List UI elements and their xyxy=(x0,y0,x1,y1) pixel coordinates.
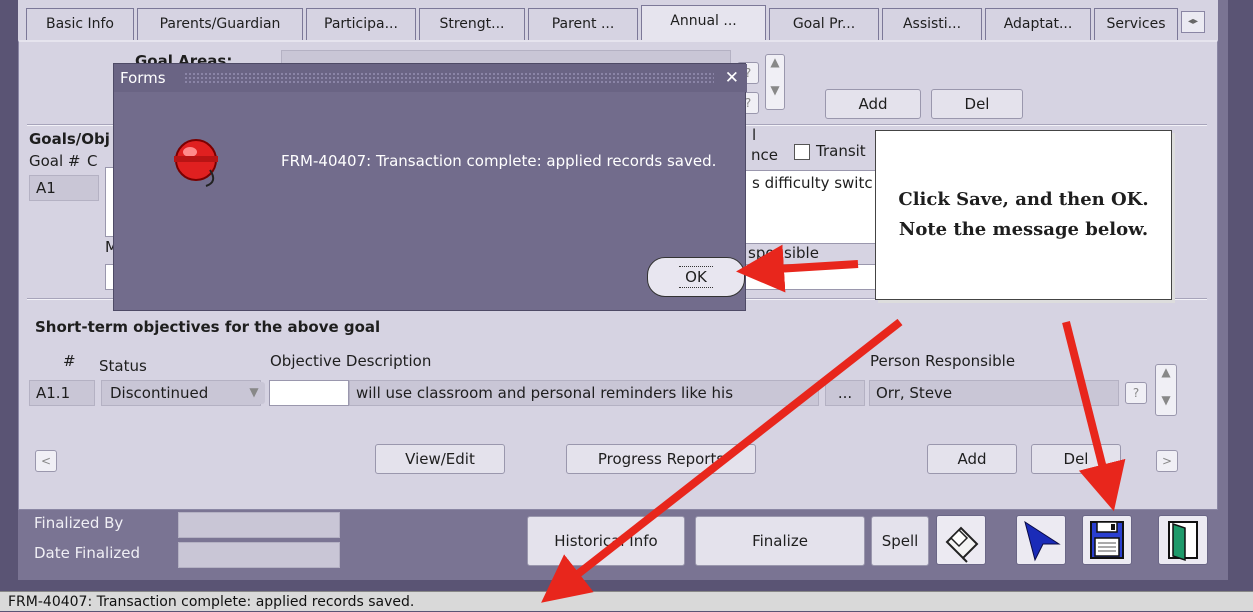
objective-student-name-field[interactable] xyxy=(269,380,349,406)
finalize-button[interactable]: Finalize xyxy=(695,516,865,566)
historical-info-button[interactable]: Historical Info xyxy=(527,516,685,566)
callout-text: Click Save, and then OK. Note the messag… xyxy=(898,185,1148,245)
status-bar: FRM-40407: Transaction complete: applied… xyxy=(0,591,1253,611)
tab-parents-guardian[interactable]: Parents/Guardian xyxy=(137,8,303,40)
objective-desc-expand-button[interactable]: ... xyxy=(825,380,865,406)
objective-next-button[interactable]: > xyxy=(1156,450,1178,472)
objective-status-select[interactable]: Discontinued xyxy=(101,380,261,406)
ok-button[interactable]: OK xyxy=(647,257,745,297)
objective-num-field[interactable]: A1.1 xyxy=(29,380,95,406)
ok-label: OK xyxy=(679,266,713,288)
objective-scroll-icon[interactable]: ▲ ▼ xyxy=(1155,364,1177,416)
save-button[interactable] xyxy=(1082,515,1132,565)
status-dropdown-icon[interactable]: ▼ xyxy=(243,382,265,404)
goal-area-add-button[interactable]: Add xyxy=(825,89,921,119)
goal-frag-label: l xyxy=(752,126,757,144)
tab-parent[interactable]: Parent ... xyxy=(528,8,638,40)
objective-help-button[interactable]: ? xyxy=(1125,382,1147,404)
exit-button[interactable] xyxy=(1158,515,1208,565)
title-bar-pattern xyxy=(184,72,714,84)
dialog-message: FRM-40407: Transaction complete: applied… xyxy=(281,152,717,170)
progress-reports-button[interactable]: Progress Reports xyxy=(566,444,756,474)
finalized-by-field xyxy=(178,512,340,538)
objective-prev-button[interactable]: < xyxy=(35,450,57,472)
finalized-by-label: Finalized By xyxy=(34,514,124,532)
goal-text-field[interactable]: s difficulty switc xyxy=(745,170,881,244)
objective-person-header: Person Responsible xyxy=(870,352,1016,370)
goal-num-label: Goal # xyxy=(29,152,81,170)
callout-line-2: Note the message below. xyxy=(898,219,1149,240)
exit-door-icon xyxy=(1168,521,1198,562)
date-finalized-label: Date Finalized xyxy=(34,544,140,562)
goal-area-del-button[interactable]: Del xyxy=(931,89,1023,119)
tab-strip: Basic Info Parents/Guardian Participa...… xyxy=(18,0,1218,41)
tab-assistive[interactable]: Assisti... xyxy=(882,8,982,40)
bell-icon xyxy=(174,139,218,187)
tab-annual[interactable]: Annual ... xyxy=(641,5,766,41)
tab-participants[interactable]: Participa... xyxy=(306,8,416,40)
goal-area-scroll-icon[interactable]: ▲ ▼ xyxy=(765,54,785,110)
tab-strengths[interactable]: Strengt... xyxy=(419,8,525,40)
callout-line-1: Click Save, and then OK. xyxy=(898,189,1149,210)
close-icon[interactable]: ✕ xyxy=(725,64,739,92)
responsible-field[interactable] xyxy=(745,264,881,290)
date-finalized-field xyxy=(178,542,340,568)
tab-goal-progress[interactable]: Goal Pr... xyxy=(769,8,879,40)
arrow-pointer-icon xyxy=(1024,520,1061,562)
responsible-label: sponsible xyxy=(748,244,819,262)
dialog-title: Forms xyxy=(120,69,166,87)
objective-num-header: # xyxy=(63,352,76,370)
objective-del-button[interactable]: Del xyxy=(1031,444,1121,474)
dialog-title-bar[interactable]: Forms ✕ xyxy=(114,64,747,92)
forms-dialog: Forms ✕ FRM-40407: Transaction complete:… xyxy=(113,63,747,311)
tab-services[interactable]: Services xyxy=(1094,8,1178,40)
goal-ice-label: nce xyxy=(751,146,778,164)
printer-icon xyxy=(945,526,979,563)
goal-number-field[interactable]: A1 xyxy=(29,175,99,201)
tab-basic-info[interactable]: Basic Info xyxy=(26,8,134,40)
enter-query-button[interactable] xyxy=(1016,515,1066,565)
objective-status-header: Status xyxy=(99,357,147,375)
transition-checkbox[interactable] xyxy=(794,144,810,160)
instruction-callout: Click Save, and then OK. Note the messag… xyxy=(875,130,1172,300)
spell-button[interactable]: Spell xyxy=(871,516,929,566)
objective-add-button[interactable]: Add xyxy=(927,444,1017,474)
tab-adaptations[interactable]: Adaptat... xyxy=(985,8,1091,40)
objective-desc-field[interactable]: will use classroom and personal reminder… xyxy=(349,380,819,406)
objective-desc-header: Objective Description xyxy=(270,352,432,370)
goals-section-title: Goals/Obj xyxy=(29,130,110,148)
objectives-section-title: Short-term objectives for the above goal xyxy=(35,318,381,336)
tab-scroll-arrows-icon[interactable]: ◂▸ xyxy=(1181,11,1205,33)
objective-person-field[interactable]: Orr, Steve xyxy=(869,380,1119,406)
transition-label: Transit xyxy=(816,142,866,160)
floppy-disk-icon xyxy=(1090,521,1124,559)
goal-col-label: C xyxy=(87,152,98,170)
view-edit-button[interactable]: View/Edit xyxy=(375,444,505,474)
print-button[interactable] xyxy=(936,515,986,565)
